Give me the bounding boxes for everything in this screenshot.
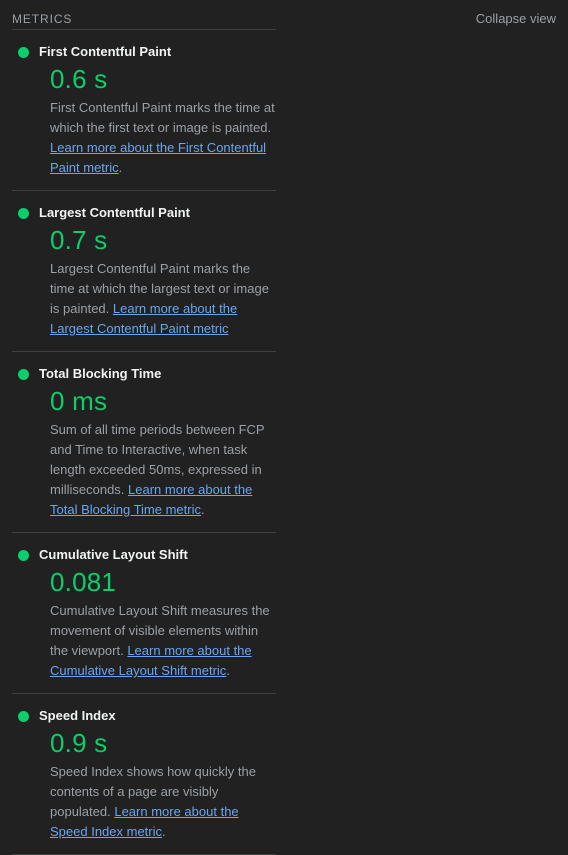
metric-body: 0 ms Sum of all time periods between FCP …	[12, 385, 276, 520]
metric-header: Total Blocking Time	[12, 366, 276, 382]
metric-value: 0.081	[50, 567, 117, 597]
metric-card-cumulative-layout-shift: Cumulative Layout Shift 0.081 Cumulative L…	[12, 532, 276, 693]
metric-header: Speed Index	[12, 708, 276, 724]
metric-value: 0.9 s	[50, 728, 108, 758]
metric-card-total-blocking-time: Total Blocking Time 0 ms Sum of all time p…	[12, 351, 276, 532]
pass-circle-icon	[18, 46, 29, 58]
collapse-view-button[interactable]: Collapse view	[476, 11, 556, 27]
pass-circle-icon	[18, 207, 29, 219]
metrics-panel-header: METRICS Collapse view	[0, 0, 568, 29]
pass-circle-icon	[18, 710, 29, 722]
metric-title: Largest Contentful Paint	[39, 205, 190, 220]
metrics-grid: First Contentful Paint 0.6 s First Content…	[0, 29, 568, 855]
pass-circle-icon	[18, 549, 29, 561]
panel-title: METRICS	[12, 11, 73, 26]
metric-title: First Contentful Paint	[39, 44, 172, 59]
metric-description-tail: .	[226, 663, 230, 678]
metric-description: Sum of all time periods between FCP and …	[50, 420, 276, 520]
metric-title: Total Blocking Time	[39, 366, 162, 381]
metrics-panel: METRICS Collapse view First Contentful P…	[0, 0, 568, 855]
learn-more-link[interactable]: Learn more about the First Contentful Pa…	[50, 140, 266, 175]
metric-body: 0.6 s First Contentful Paint marks the ti…	[12, 63, 276, 178]
metric-value: 0.7 s	[50, 225, 108, 255]
metric-title: Speed Index	[39, 708, 116, 723]
metric-description: Largest Contentful Paint marks the time …	[50, 259, 276, 339]
pass-circle-icon	[18, 368, 29, 380]
metric-description: Cumulative Layout Shift measures the mov…	[50, 601, 276, 681]
metric-description: First Contentful Paint marks the time at…	[50, 98, 276, 178]
metric-card-first-contentful-paint: First Contentful Paint 0.6 s First Content…	[12, 29, 276, 190]
metric-body: 0.081 Cumulative Layout Shift measures th…	[12, 566, 276, 681]
metric-description-text: First Contentful Paint marks the time at…	[50, 100, 275, 135]
metric-value: 0 ms	[50, 386, 108, 416]
metric-body: 0.7 s Largest Contentful Paint marks the …	[12, 224, 276, 339]
metric-description-tail: .	[118, 160, 123, 175]
metric-description-tail: .	[162, 824, 166, 839]
metric-card-largest-contentful-paint: Largest Contentful Paint 0.7 s Largest Con…	[12, 190, 276, 351]
metric-card-speed-index: Speed Index 0.9 s Speed Index shows how qu…	[12, 693, 276, 854]
metric-title: Cumulative Layout Shift	[39, 547, 188, 562]
metric-value: 0.6 s	[50, 64, 108, 94]
metric-header: Cumulative Layout Shift	[12, 547, 276, 563]
metric-header: Largest Contentful Paint	[12, 205, 276, 221]
metric-body: 0.9 s Speed Index shows how quickly the c…	[12, 727, 276, 842]
metric-header: First Contentful Paint	[12, 44, 276, 60]
metric-description-tail: .	[201, 502, 205, 517]
metric-description: Speed Index shows how quickly the conten…	[50, 762, 276, 842]
